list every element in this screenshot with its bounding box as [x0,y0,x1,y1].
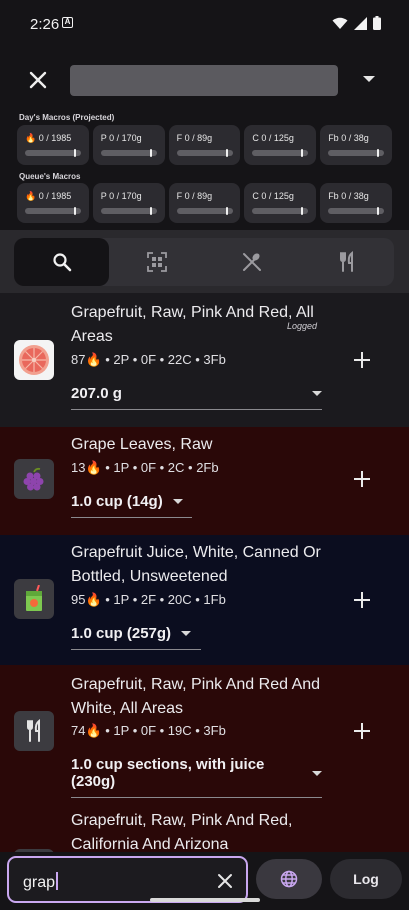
macro-label: Fb 0 / 38g [328,133,369,143]
macro-card-protein: P 0 / 170g [92,125,165,165]
search-value: grap [23,874,56,891]
macro-label: C 0 / 125g [252,133,294,143]
gesture-handle[interactable] [150,898,260,902]
signal-icon [354,16,367,30]
list-item[interactable]: Grapefruit, Raw, Pink And Red And White,… [0,665,409,799]
macro-card-carbs: C 0 / 125g [244,125,317,165]
barcode-scan-icon [146,252,167,272]
clear-icon[interactable] [215,871,235,891]
food-name: Grapefruit, Raw, Pink And Red, Californi… [71,812,293,853]
juice-box-icon [14,579,54,619]
macro-progress-bar [176,207,233,215]
macro-progress-bar [176,149,233,157]
utensils-crossed-icon [242,253,261,271]
food-nutrition: 95🔥 • 1P • 2F • 20C • 1Fb [71,592,226,607]
macro-progress-bar [25,149,81,157]
macro-card-calories: 🔥 0 / 1985 [17,125,89,165]
food-nutrition: 87🔥 • 2P • 0F • 22C • 3Fb [71,352,226,367]
add-icon[interactable] [350,719,374,743]
macro-card-calories: 🔥 0 / 1985 [17,183,89,223]
fork-knife-icon [14,711,54,751]
serving-dropdown[interactable]: 1.0 cup sections, with juice (230g) [71,756,322,798]
day-macros-title: Day's Macros (Projected) [19,113,115,122]
notification-icon: A [62,17,73,28]
macro-label: F 0 / 89g [176,191,213,201]
macro-card-carbs: C 0 / 125g [244,183,317,223]
macro-card-fiber: Fb 0 / 38g [320,183,392,223]
food-nutrition: 74🔥 • 1P • 0F • 19C • 3Fb [71,723,226,738]
status-icons [332,16,381,30]
search-icon [52,253,71,272]
grapefruit-image [14,340,54,380]
status-bar: 2:26 A [0,0,409,46]
fork-knife-icon [339,251,353,272]
battery-icon [373,16,381,30]
serving-value: 1.0 cup sections, with juice (230g) [71,756,265,790]
chevron-down-icon [312,770,322,776]
serving-dropdown[interactable]: 207.0 g [71,385,322,410]
serving-value: 1.0 cup (257g) [71,625,172,642]
macro-card-fiber: Fb 0 / 38g [320,125,392,165]
food-name: Grape Leaves, Raw [71,436,213,453]
list-item[interactable]: Grape Leaves, Raw 13🔥 • 1P • 0F • 2C • 2… [0,427,409,535]
macro-label: 🔥 0 / 1985 [25,133,72,143]
serving-dropdown[interactable]: 1.0 cup (257g) [71,625,201,650]
macro-progress-bar [328,207,385,215]
day-macros-row: 🔥 0 / 1985 P 0 / 170g F 0 / 89g C 0 / 12… [17,125,392,165]
macro-card-fat: F 0 / 89g [168,183,241,223]
macro-progress-bar [100,149,157,157]
serving-value: 1.0 cup (14g) [71,493,163,510]
chevron-down-icon[interactable] [363,76,375,82]
list-item[interactable]: Grapefruit Juice, White, Canned Or Bottl… [0,535,409,665]
food-nutrition: 13🔥 • 1P • 0F • 2C • 2Fb [71,460,219,475]
macro-label: F 0 / 89g [176,133,213,143]
macro-card-protein: P 0 / 170g [92,183,165,223]
results-list: Grapefruit, Raw, Pink And Red, All Areas… [0,293,409,889]
add-icon[interactable] [350,588,374,612]
meal-name-field[interactable] [70,65,338,96]
tab-meals[interactable] [299,238,394,286]
queue-macros-title: Queue's Macros [19,172,81,181]
chevron-down-icon [172,499,183,504]
logged-badge: Logged [287,321,318,331]
queue-macros-row: 🔥 0 / 1985 P 0 / 170g F 0 / 89g C 0 / 12… [17,183,392,223]
log-button[interactable]: Log [330,859,402,899]
food-name: Grapefruit, Raw, Pink And Red And White,… [71,676,321,717]
online-search-button[interactable] [256,859,322,899]
tab-barcode[interactable] [109,238,204,286]
serving-value: 207.0 g [71,385,122,402]
chevron-down-icon [312,391,322,396]
add-icon[interactable] [350,348,374,372]
wifi-icon [332,17,348,29]
macro-label: P 0 / 170g [100,191,142,201]
close-icon[interactable] [26,68,50,92]
tab-bar [0,230,409,293]
chevron-down-icon [181,631,192,636]
macro-label: 🔥 0 / 1985 [25,191,72,201]
macro-label: Fb 0 / 38g [328,191,369,201]
globe-icon [280,870,298,888]
tab-search[interactable] [14,238,109,286]
food-name: Grapefruit Juice, White, Canned Or Bottl… [71,544,321,585]
tab-recipes[interactable] [204,238,299,286]
macro-label: P 0 / 170g [100,133,142,143]
list-item[interactable]: Grapefruit, Raw, Pink And Red, All Areas… [0,293,409,427]
macro-progress-bar [25,207,81,215]
macro-progress-bar [252,149,309,157]
status-time: 2:26 [30,16,60,33]
macro-label: C 0 / 125g [252,191,294,201]
serving-dropdown[interactable]: 1.0 cup (14g) [71,493,192,518]
grapes-icon [14,459,54,499]
add-icon[interactable] [350,467,374,491]
macro-progress-bar [252,207,309,215]
search-input[interactable]: grap [7,856,248,903]
macro-card-fat: F 0 / 89g [168,125,241,165]
macro-progress-bar [328,149,385,157]
macro-progress-bar [100,207,157,215]
